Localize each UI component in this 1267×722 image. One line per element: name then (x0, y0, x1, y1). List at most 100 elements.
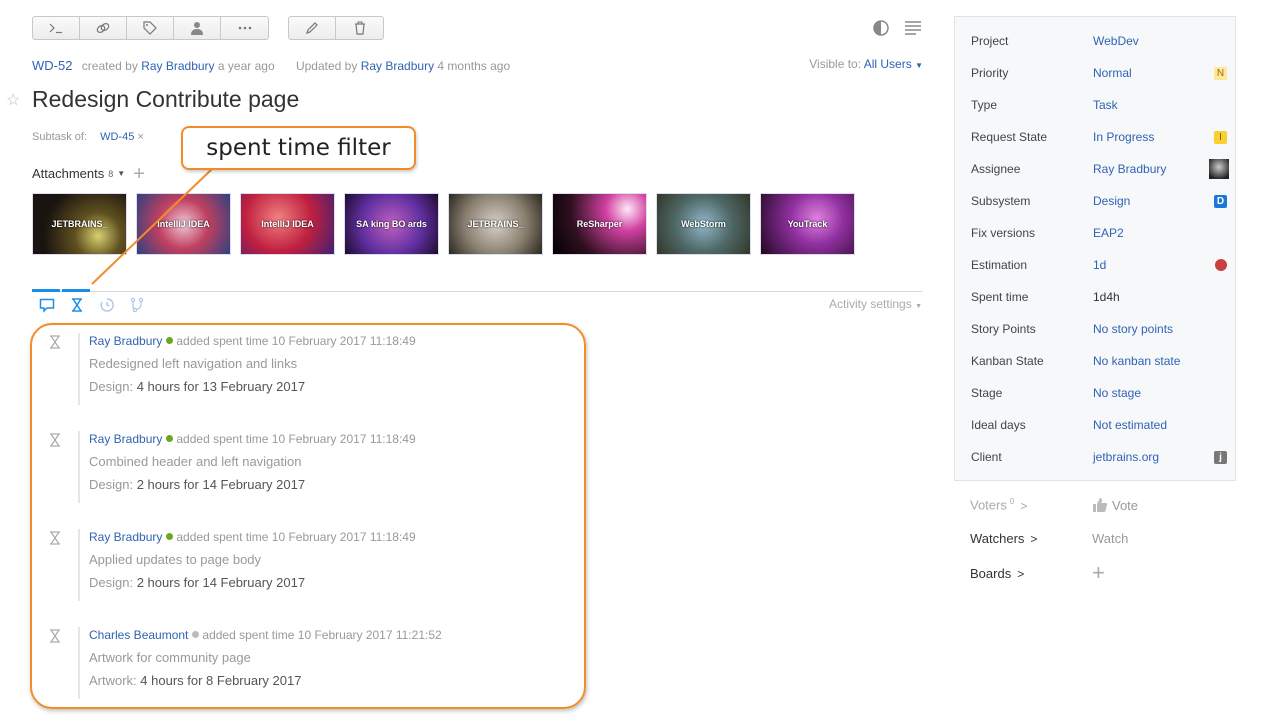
watchers-toggle[interactable]: Watchers > (970, 531, 1092, 546)
spent-time-tab[interactable] (62, 289, 92, 315)
caret-down-icon: ▼ (915, 303, 922, 310)
activity-divider (32, 291, 922, 292)
updated-prefix: Updated by (295, 59, 358, 73)
entry-description: Applied updates to page body (89, 552, 262, 567)
remove-link-icon[interactable]: × (137, 131, 143, 143)
delete-button[interactable] (336, 17, 383, 39)
field-label: Story Points (971, 322, 1036, 336)
estimation-status-dot (1215, 259, 1227, 271)
field-kanban-state: Kanban State No kanban state (971, 351, 1229, 371)
attachment-thumbnail[interactable]: JETBRAINS_ (448, 193, 543, 255)
field-label: Request State (971, 130, 1048, 144)
work-type: Artwork: (89, 673, 137, 688)
issue-id-link[interactable]: WD-52 (32, 58, 72, 73)
attachment-thumbnail[interactable]: IntelliJ IDEA (136, 193, 231, 255)
command-icon (49, 23, 62, 34)
author-link[interactable]: Ray Bradbury (89, 432, 162, 446)
attachment-thumbnail[interactable]: WebStorm (656, 193, 751, 255)
field-value[interactable]: 1d (1093, 258, 1106, 272)
vote-button[interactable]: Vote (1092, 497, 1138, 513)
command-button[interactable] (33, 17, 80, 39)
author-link[interactable]: Charles Beaumont (89, 628, 188, 642)
subsystem-badge: D (1214, 194, 1227, 208)
field-request-state: Request State In Progress I (971, 127, 1229, 147)
attachment-thumbnail[interactable]: IntelliJ IDEA (240, 193, 335, 255)
entry-action: added spent time 10 February 2017 11:21:… (202, 628, 442, 642)
field-value[interactable]: jetbrains.org (1093, 450, 1159, 464)
boards-toggle[interactable]: Boards > (970, 566, 1092, 581)
entry-action: added spent time 10 February 2017 11:18:… (176, 334, 416, 348)
field-label: Fix versions (971, 226, 1036, 240)
work-value: 4 hours for 8 February 2017 (140, 673, 302, 688)
field-value[interactable]: No stage (1093, 386, 1141, 400)
author-link[interactable]: Ray Bradbury (89, 530, 162, 544)
tag-button[interactable] (127, 17, 174, 39)
hourglass-icon (50, 629, 60, 643)
attachment-thumbnail[interactable]: SA king BO ards (344, 193, 439, 255)
add-to-board-icon[interactable]: + (1092, 562, 1105, 584)
more-button[interactable] (221, 17, 268, 39)
attachment-thumbnail[interactable]: YouTrack (760, 193, 855, 255)
created-by-link[interactable]: Ray Bradbury (141, 59, 214, 73)
issue-meta: WD-52 created by Ray Bradbury a year ago… (32, 58, 510, 73)
attachment-thumbnails: JETBRAINS_ IntelliJ IDEA IntelliJ IDEA S… (32, 193, 855, 255)
attachments-label: Attachments (32, 166, 105, 181)
updated-when: 4 months ago (437, 59, 511, 73)
field-value[interactable]: No story points (1093, 322, 1173, 336)
vcs-tab[interactable] (122, 289, 152, 315)
updated-by-link[interactable]: Ray Bradbury (361, 59, 434, 73)
created-when: a year ago (217, 59, 275, 73)
entry-description: Artwork for community page (89, 650, 251, 665)
field-value[interactable]: WebDev (1093, 34, 1139, 48)
entry-action: added spent time 10 February 2017 11:18:… (176, 432, 416, 446)
author-link[interactable]: Ray Bradbury (89, 334, 162, 348)
state-badge: I (1214, 130, 1227, 144)
field-value[interactable]: Ray Bradbury (1093, 162, 1166, 176)
field-value[interactable]: No kanban state (1093, 354, 1180, 368)
client-badge: j (1214, 450, 1227, 464)
assign-button[interactable] (174, 17, 221, 39)
menu-lines-icon (905, 21, 921, 35)
add-attachment-icon[interactable]: + (133, 164, 145, 184)
delete-icon (354, 21, 365, 35)
watch-button[interactable]: Watch (1092, 531, 1128, 546)
field-value[interactable]: In Progress (1093, 130, 1154, 144)
voters-toggle[interactable]: Voters 0 > (970, 497, 1092, 512)
work-value: 2 hours for 14 February 2017 (136, 477, 306, 492)
link-button[interactable] (80, 17, 127, 39)
field-fix-versions: Fix versions EAP2 (971, 223, 1229, 243)
field-label: Assignee (971, 162, 1021, 176)
history-tab[interactable] (92, 289, 122, 315)
field-priority: Priority Normal N (971, 63, 1229, 83)
attachment-thumbnail[interactable]: ReSharper (552, 193, 647, 255)
field-value[interactable]: EAP2 (1093, 226, 1124, 240)
visible-value[interactable]: All Users (864, 57, 912, 71)
entry-body: Ray Bradbury added spent time 10 February… (78, 529, 416, 601)
field-value[interactable]: Normal (1093, 66, 1132, 80)
subtask-parent-link[interactable]: WD-45 (100, 131, 134, 143)
subtask-link-row: Subtask of: WD-45 × (32, 131, 144, 143)
entry-description: Redesigned left navigation and links (89, 356, 298, 371)
layout-toggle[interactable] (904, 19, 922, 40)
field-value[interactable]: Not estimated (1093, 418, 1167, 432)
attachment-thumbnail[interactable]: JETBRAINS_ (32, 193, 127, 255)
field-value[interactable]: Task (1093, 98, 1118, 112)
visibility-selector[interactable]: Visible to: All Users ▼ (809, 57, 923, 71)
voters-row: Voters 0 > Vote (970, 497, 1138, 513)
activity-settings-dropdown[interactable]: Activity settings ▼ (829, 297, 922, 311)
attachments-dropdown-icon[interactable]: ▼ (117, 169, 125, 178)
field-label: Spent time (971, 290, 1029, 304)
star-icon[interactable]: ☆ (6, 90, 26, 110)
online-status-dot (166, 337, 174, 344)
hourglass-icon (50, 433, 60, 447)
comments-tab[interactable] (32, 289, 62, 315)
field-value[interactable]: Design (1093, 194, 1130, 208)
field-label: Ideal days (971, 418, 1026, 432)
edit-button[interactable] (289, 17, 336, 39)
field-label: Priority (971, 66, 1009, 80)
field-spent-time: Spent time 1d4h (971, 287, 1229, 307)
caret-down-icon: ▼ (915, 61, 923, 70)
vote-label: Vote (1112, 497, 1139, 513)
contrast-toggle[interactable] (872, 19, 890, 40)
issue-title: Redesign Contribute page (32, 86, 300, 112)
